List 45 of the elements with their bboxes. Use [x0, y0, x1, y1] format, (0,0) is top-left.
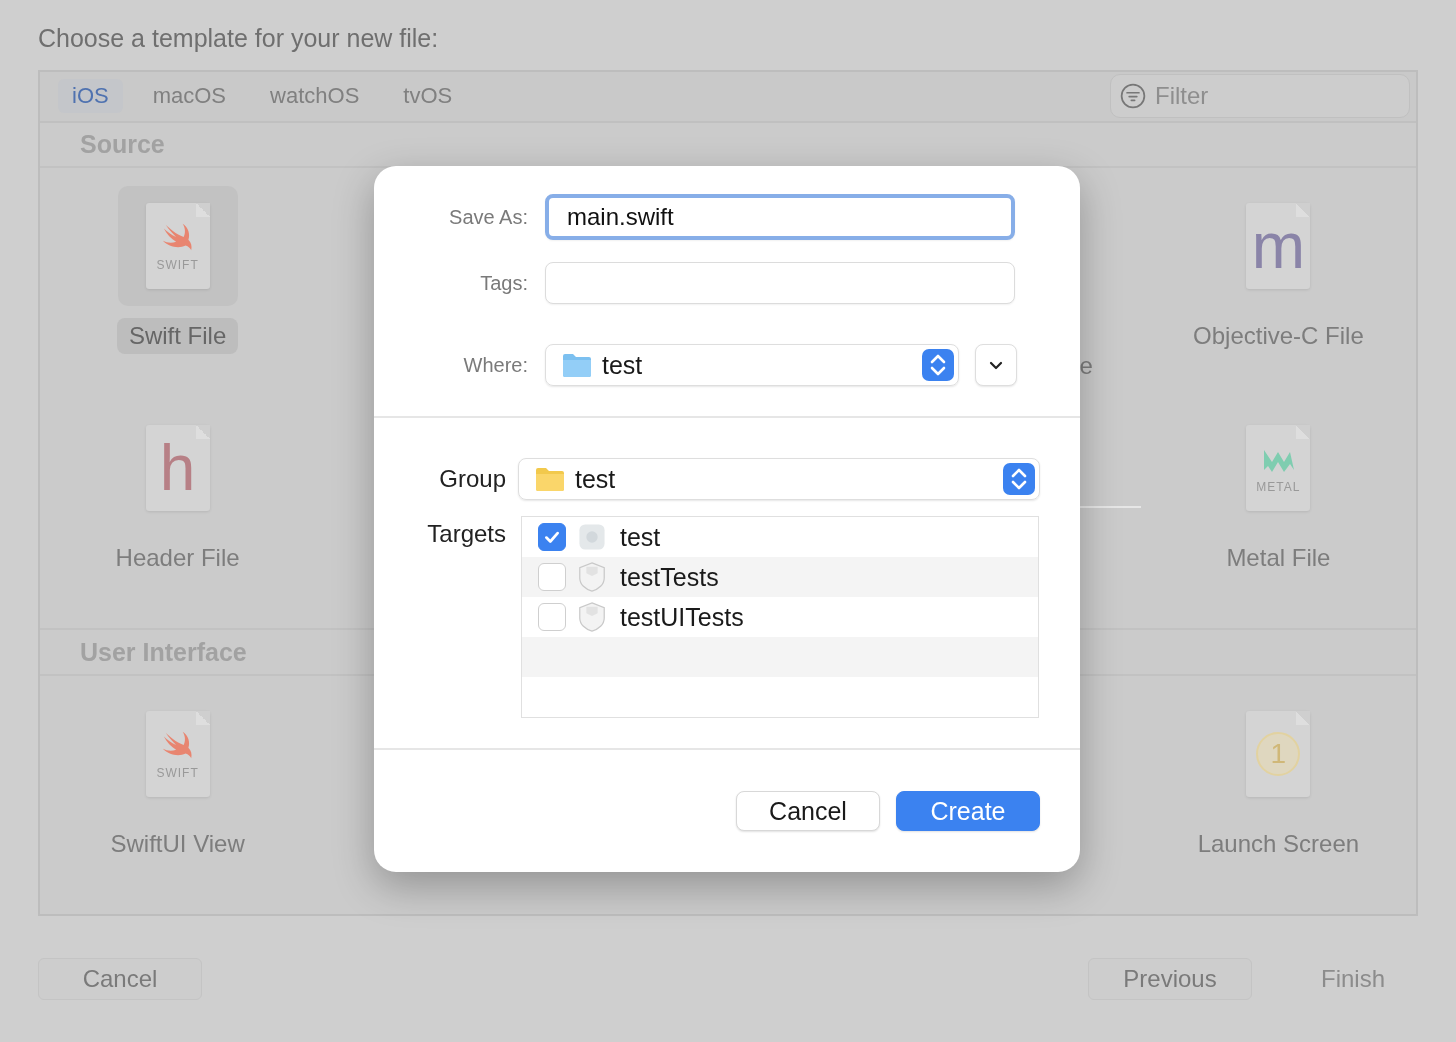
save-as-field[interactable]: main.swift	[545, 194, 1015, 240]
template-label[interactable]: Objective-C File	[1181, 318, 1376, 355]
cancel-button[interactable]: Cancel	[736, 791, 880, 831]
letter-file-icon[interactable]: h	[145, 425, 210, 512]
expand-button[interactable]	[975, 344, 1017, 386]
letter-file-icon[interactable]: m	[1246, 203, 1311, 290]
platform-tab[interactable]: watchOS	[256, 79, 374, 114]
template-label[interactable]: Metal File	[1214, 540, 1343, 577]
field-label: Where:	[462, 353, 528, 377]
swift-file-icon[interactable]: SWIFT	[145, 203, 210, 290]
folder-icon	[562, 352, 592, 378]
group-popup[interactable]: test	[518, 458, 1040, 500]
create-button[interactable]: Create	[896, 791, 1040, 831]
targets-label: Targets	[426, 520, 506, 548]
group-label: Group	[438, 465, 506, 493]
template-label[interactable]: Header File	[103, 540, 252, 577]
platform-tab[interactable]: tvOS	[389, 79, 467, 114]
where-popup[interactable]: test	[545, 344, 959, 386]
tags-field[interactable]	[545, 262, 1015, 304]
field-label: Save As:	[448, 205, 528, 229]
template-label[interactable]: SwiftUI View	[98, 826, 257, 862]
platform-tab[interactable]: macOS	[138, 79, 241, 114]
metal-file-icon[interactable]: METAL	[1246, 425, 1311, 512]
app-target-icon	[576, 521, 608, 553]
shield-icon	[576, 601, 608, 633]
target-name: testTests	[620, 562, 719, 592]
field-label: Tags:	[479, 271, 528, 295]
template-label[interactable]: Launch Screen	[1185, 826, 1372, 862]
target-checkbox[interactable]	[538, 603, 566, 631]
platform-tab[interactable]: iOS	[58, 79, 123, 114]
footer-button[interactable]: Cancel	[38, 958, 202, 1000]
window-title: Choose a template for your new file:	[38, 23, 440, 54]
folder-icon	[535, 466, 565, 492]
filter-field[interactable]: Filter	[1110, 74, 1410, 119]
template-label[interactable]: Swift File	[116, 318, 239, 355]
stepper-icon	[1003, 463, 1035, 495]
target-name: test	[620, 522, 661, 552]
shield-icon	[576, 561, 608, 593]
target-name: testUITests	[620, 602, 744, 632]
target-checkbox[interactable]	[538, 563, 566, 591]
footer-button[interactable]: Previous	[1088, 958, 1252, 1000]
swift-file-icon[interactable]: SWIFT	[145, 711, 210, 797]
storyboard-file-icon[interactable]: 1	[1246, 711, 1311, 797]
stepper-icon	[922, 349, 954, 381]
target-checkbox[interactable]	[538, 523, 566, 551]
